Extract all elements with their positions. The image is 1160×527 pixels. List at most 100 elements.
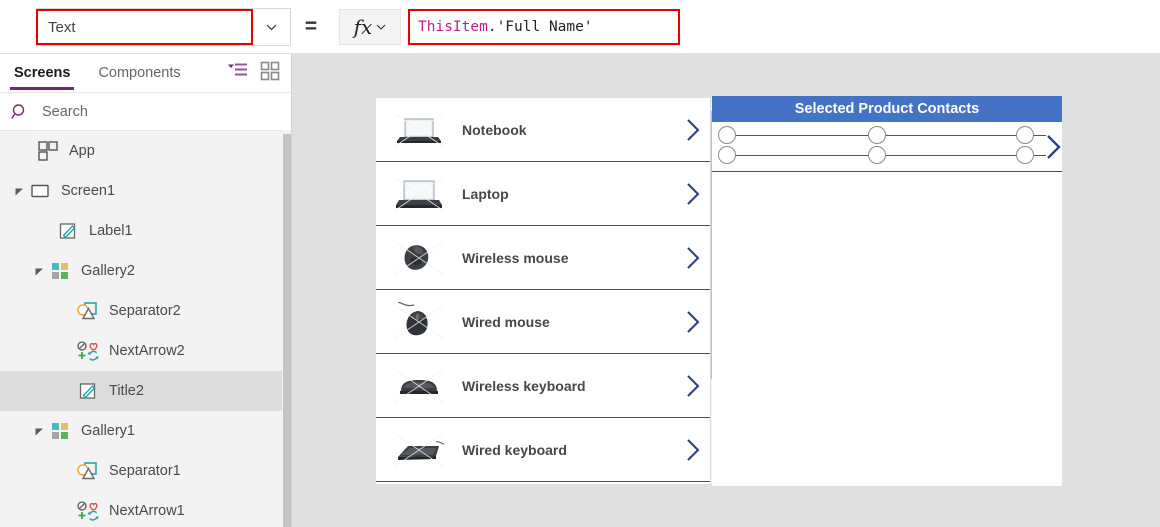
twisty-expanded-icon[interactable]	[30, 411, 48, 451]
search-input[interactable]	[40, 102, 292, 121]
product-row[interactable]: Wired mouse	[376, 290, 710, 354]
icon-set-icon	[76, 339, 100, 363]
gallery-icon	[48, 419, 72, 443]
left-sidebar: Screens Components Search App Screen1 La…	[0, 54, 292, 527]
contacts-gallery[interactable]: Selected Product Contacts	[712, 96, 1062, 486]
gallery-icon	[48, 259, 72, 283]
tree-item-label: NextArrow1	[109, 503, 185, 519]
formula-rest-token: .'Full Name'	[487, 19, 593, 35]
contacts-gallery-template[interactable]	[712, 122, 1062, 172]
twisty-placeholder	[58, 371, 76, 411]
product-row[interactable]: Wireless keyboard	[376, 354, 710, 418]
fx-button[interactable]: fx	[339, 9, 401, 45]
selection-line-top	[726, 135, 1046, 136]
twisty-expanded-icon[interactable]	[10, 171, 28, 211]
contacts-gallery-header: Selected Product Contacts	[712, 96, 1062, 122]
product-name: Wireless keyboard	[462, 377, 586, 394]
product-gallery[interactable]: Notebook Laptop Wireless mouse Wired mou…	[376, 98, 710, 484]
product-name: Wired keyboard	[462, 441, 567, 458]
chevron-right-icon[interactable]	[1042, 134, 1066, 160]
product-name: Notebook	[462, 121, 527, 138]
wireless-keyboard-image	[390, 364, 448, 408]
twisty-placeholder	[58, 451, 76, 491]
product-row[interactable]: Wireless mouse	[376, 226, 710, 290]
icon-set-icon	[76, 499, 100, 523]
screens-tree: App Screen1 Label1 Gallery2 Separator2 N…	[0, 131, 292, 527]
app-icon	[36, 139, 60, 163]
shapes-icon	[76, 459, 100, 483]
app-canvas: Notebook Laptop Wireless mouse Wired mou…	[292, 54, 1160, 527]
tree-item-label: Screen1	[61, 183, 116, 199]
tree-item-gallery1[interactable]: Gallery1	[0, 411, 292, 451]
tree-item-label1[interactable]: Label1	[0, 211, 292, 251]
label-icon	[56, 219, 80, 243]
tree-item-separator2[interactable]: Separator2	[0, 291, 292, 331]
tree-item-label: Gallery2	[81, 263, 135, 279]
tab-screens[interactable]: Screens	[0, 54, 84, 92]
search-bar[interactable]	[0, 93, 292, 131]
sidebar-tabs: Screens Components	[0, 54, 292, 93]
notebook-image	[390, 108, 448, 152]
twisty-placeholder	[58, 291, 76, 331]
twisty-placeholder	[38, 211, 56, 251]
chevron-right-icon[interactable]	[676, 182, 710, 206]
screen-icon	[28, 179, 52, 203]
chevron-down-icon[interactable]	[376, 22, 386, 33]
tree-item-label: Label1	[89, 223, 133, 239]
grid-view-icon[interactable]	[260, 61, 284, 85]
tree-item-title2[interactable]: Title2	[0, 371, 292, 411]
tree-item-label: App	[69, 143, 95, 159]
resize-handle-top-center[interactable]	[868, 126, 886, 144]
wired-mouse-image	[390, 300, 448, 344]
twisty-placeholder	[58, 331, 76, 371]
contacts-gallery-title: Selected Product Contacts	[794, 101, 980, 117]
resize-handle-top-right[interactable]	[1016, 126, 1034, 144]
chevron-right-icon[interactable]	[676, 438, 710, 462]
wireless-mouse-image	[390, 236, 448, 280]
resize-handle-bottom-left[interactable]	[718, 146, 736, 164]
property-selector-value[interactable]: Text	[36, 9, 253, 45]
formula-identifier-token: ThisItem	[418, 19, 488, 35]
tree-item-label: Separator2	[109, 303, 181, 319]
filter-list-icon[interactable]	[226, 61, 250, 85]
search-icon	[0, 103, 40, 121]
equals-sign: =	[304, 15, 318, 38]
resize-handle-bottom-center[interactable]	[868, 146, 886, 164]
twisty-placeholder	[18, 131, 36, 171]
tab-components[interactable]: Components	[84, 54, 194, 92]
product-name: Wired mouse	[462, 313, 550, 330]
tree-item-gallery2[interactable]: Gallery2	[0, 251, 292, 291]
tree-item-separator1[interactable]: Separator1	[0, 451, 292, 491]
tree-item-screen1[interactable]: Screen1	[0, 171, 292, 211]
tree-item-app[interactable]: App	[0, 131, 292, 171]
property-selector[interactable]: Text	[36, 8, 291, 46]
tree-item-nextarrow2[interactable]: NextArrow2	[0, 331, 292, 371]
chevron-right-icon[interactable]	[676, 246, 710, 270]
formula-input[interactable]: ThisItem .'Full Name'	[408, 9, 680, 45]
selection-line-bottom	[726, 155, 1046, 156]
product-row[interactable]: Notebook	[376, 98, 710, 162]
chevron-right-icon[interactable]	[676, 118, 710, 142]
fx-label: fx	[353, 15, 373, 39]
laptop-image	[390, 172, 448, 216]
twisty-expanded-icon[interactable]	[30, 251, 48, 291]
chevron-down-icon[interactable]	[253, 9, 289, 45]
resize-handle-top-left[interactable]	[718, 126, 736, 144]
shapes-icon	[76, 299, 100, 323]
product-name: Wireless mouse	[462, 249, 569, 266]
tree-item-nextarrow1[interactable]: NextArrow1	[0, 491, 292, 527]
chevron-right-icon[interactable]	[676, 374, 710, 398]
twisty-placeholder	[58, 491, 76, 527]
sidebar-tab-tools	[226, 54, 284, 92]
tree-item-label: NextArrow2	[109, 343, 185, 359]
product-row[interactable]: Wired keyboard	[376, 418, 710, 482]
tree-item-label: Gallery1	[81, 423, 135, 439]
sidebar-scrollbar-thumb[interactable]	[283, 134, 291, 527]
chevron-right-icon[interactable]	[676, 310, 710, 334]
resize-handle-bottom-right[interactable]	[1016, 146, 1034, 164]
label-icon	[76, 379, 100, 403]
tree-item-label: Separator1	[109, 463, 181, 479]
product-row[interactable]: Laptop	[376, 162, 710, 226]
product-name: Laptop	[462, 185, 509, 202]
formula-bar: Text = fx ThisItem .'Full Name'	[0, 0, 1160, 54]
